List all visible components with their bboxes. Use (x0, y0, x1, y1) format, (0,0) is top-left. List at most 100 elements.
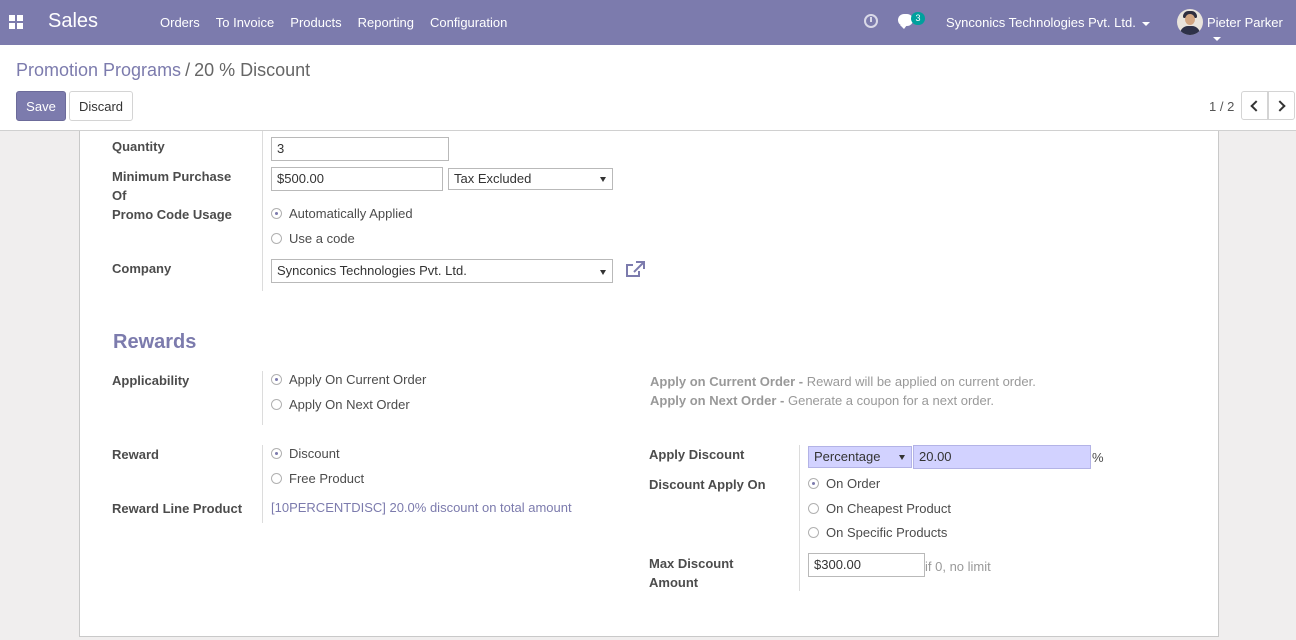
main-menu: Orders To Invoice Products Reporting Configu… (160, 15, 523, 30)
radio-unselected-icon (271, 233, 282, 244)
company-name: Synconics Technologies Pvt. Ltd. (946, 15, 1136, 30)
pager-previous-button[interactable] (1241, 91, 1268, 120)
reward-line-product-label: Reward Line Product (112, 501, 243, 516)
discount-on-order-label: On Order (826, 476, 881, 491)
apps-menu-icon[interactable] (9, 15, 23, 29)
applicability-current-label: Apply On Current Order (289, 372, 427, 387)
discount-apply-on-label: Discount Apply On (649, 477, 766, 492)
discount-type-value: Percentage (814, 449, 881, 464)
promo-usage-label: Promo Code Usage (112, 207, 232, 222)
min-purchase-label: Minimum Purchase Of (112, 167, 231, 205)
control-panel: Promotion Programs/20 % Discount Save Di… (0, 45, 1296, 131)
max-discount-label: Max Discount Amount (649, 554, 734, 592)
menu-to-invoice[interactable]: To Invoice (216, 15, 275, 30)
radio-unselected-icon (808, 527, 819, 538)
breadcrumb-current: 20 % Discount (194, 60, 311, 80)
discount-on-order-option[interactable]: On Order (808, 476, 880, 492)
menu-configuration[interactable]: Configuration (430, 15, 507, 30)
radio-selected-icon (271, 374, 282, 385)
quantity-input[interactable]: 3 (271, 137, 449, 161)
applicability-next-label: Apply On Next Order (289, 397, 410, 412)
company-select[interactable]: Synconics Technologies Pvt. Ltd. (271, 259, 613, 283)
app-brand: Sales (48, 10, 99, 32)
apply-discount-label: Apply Discount (649, 447, 745, 462)
reward-free-product-label: Free Product (289, 471, 365, 486)
company-switcher[interactable]: Synconics Technologies Pvt. Ltd. (946, 15, 1150, 30)
discount-type-select[interactable]: Percentage (808, 446, 912, 468)
dropdown-arrow-icon (600, 270, 606, 275)
promo-usage-code-option[interactable]: Use a code (271, 231, 355, 247)
min-purchase-label-line1: Minimum Purchase (112, 169, 232, 184)
rewards-section-title: Rewards (113, 331, 197, 353)
discount-on-cheapest-label: On Cheapest Product (826, 501, 952, 516)
max-discount-label-line2: Amount (649, 575, 699, 590)
chevron-left-icon (1250, 100, 1262, 112)
breadcrumb-parent[interactable]: Promotion Programs (16, 60, 181, 80)
max-discount-hint: if 0, no limit (925, 559, 991, 574)
company-value: Synconics Technologies Pvt. Ltd. (277, 263, 467, 278)
promo-usage-auto-option[interactable]: Automatically Applied (271, 206, 413, 222)
top-navbar: Sales Orders To Invoice Products Reporting C… (0, 0, 1296, 45)
field-divider (262, 371, 263, 425)
form-sheet: Quantity Minimum Purchase Of Promo Code … (79, 131, 1219, 637)
tax-mode-value: Tax Excluded (454, 171, 532, 186)
help-next-title: Apply on Next Order - (650, 393, 785, 408)
tax-mode-select[interactable]: Tax Excluded (448, 168, 613, 190)
pager-value[interactable]: 1 / 2 (1209, 99, 1234, 114)
help-next-order: Apply on Next Order - Generate a coupon … (650, 391, 994, 410)
company-label: Company (112, 261, 172, 276)
radio-selected-icon (271, 448, 282, 459)
help-current-text: Reward will be applied on current order. (806, 374, 1036, 389)
reward-discount-option[interactable]: Discount (271, 446, 340, 462)
chevron-right-icon (1274, 100, 1286, 112)
radio-selected-icon (808, 478, 819, 489)
caret-down-icon (1213, 36, 1221, 41)
message-count-badge: 3 (911, 12, 925, 25)
min-purchase-input[interactable]: $500.00 (271, 167, 443, 191)
reward-line-product-link[interactable]: [10PERCENTDISC] 20.0% discount on total … (271, 500, 572, 515)
menu-reporting[interactable]: Reporting (358, 15, 414, 30)
discount-on-cheapest-option[interactable]: On Cheapest Product (808, 501, 951, 517)
field-divider (262, 445, 263, 523)
radio-unselected-icon (271, 399, 282, 410)
dropdown-arrow-icon (899, 455, 905, 460)
field-divider (262, 131, 263, 291)
max-discount-input[interactable]: $300.00 (808, 553, 925, 577)
radio-unselected-icon (808, 503, 819, 514)
radio-unselected-icon (271, 473, 282, 484)
avatar[interactable] (1177, 9, 1203, 35)
discount-value-input[interactable]: 20.00 (913, 445, 1091, 469)
discount-on-specific-option[interactable]: On Specific Products (808, 525, 947, 541)
save-button[interactable]: Save (16, 91, 66, 121)
field-divider (799, 445, 800, 591)
min-purchase-label-line2: Of (112, 188, 127, 203)
menu-products[interactable]: Products (290, 15, 341, 30)
user-name: Pieter Parker (1207, 15, 1283, 30)
discard-button[interactable]: Discard (69, 91, 133, 121)
breadcrumb: Promotion Programs/20 % Discount (16, 60, 310, 81)
radio-selected-icon (271, 208, 282, 219)
reward-label: Reward (112, 447, 159, 462)
user-menu[interactable]: Pieter Parker (1207, 15, 1296, 45)
external-link-icon[interactable] (625, 261, 645, 279)
discount-on-specific-label: On Specific Products (826, 525, 948, 540)
pager-next-button[interactable] (1268, 91, 1295, 120)
quantity-label: Quantity (112, 139, 165, 154)
max-discount-label-line1: Max Discount (649, 556, 734, 571)
menu-orders[interactable]: Orders (160, 15, 200, 30)
applicability-current-option[interactable]: Apply On Current Order (271, 372, 426, 388)
reward-free-product-option[interactable]: Free Product (271, 471, 364, 487)
reward-discount-label: Discount (289, 446, 340, 461)
breadcrumb-separator: / (185, 60, 191, 80)
discount-unit: % (1092, 450, 1104, 465)
promo-usage-auto-label: Automatically Applied (289, 206, 413, 221)
activity-clock-icon[interactable] (864, 14, 878, 28)
caret-down-icon (1141, 21, 1150, 26)
help-current-order: Apply on Current Order - Reward will be … (650, 372, 1036, 391)
dropdown-arrow-icon (600, 177, 606, 182)
promo-usage-code-label: Use a code (289, 231, 355, 246)
applicability-label: Applicability (112, 373, 190, 388)
help-next-text: Generate a coupon for a next order. (787, 393, 994, 408)
help-current-title: Apply on Current Order - (650, 374, 804, 389)
applicability-next-option[interactable]: Apply On Next Order (271, 397, 410, 413)
